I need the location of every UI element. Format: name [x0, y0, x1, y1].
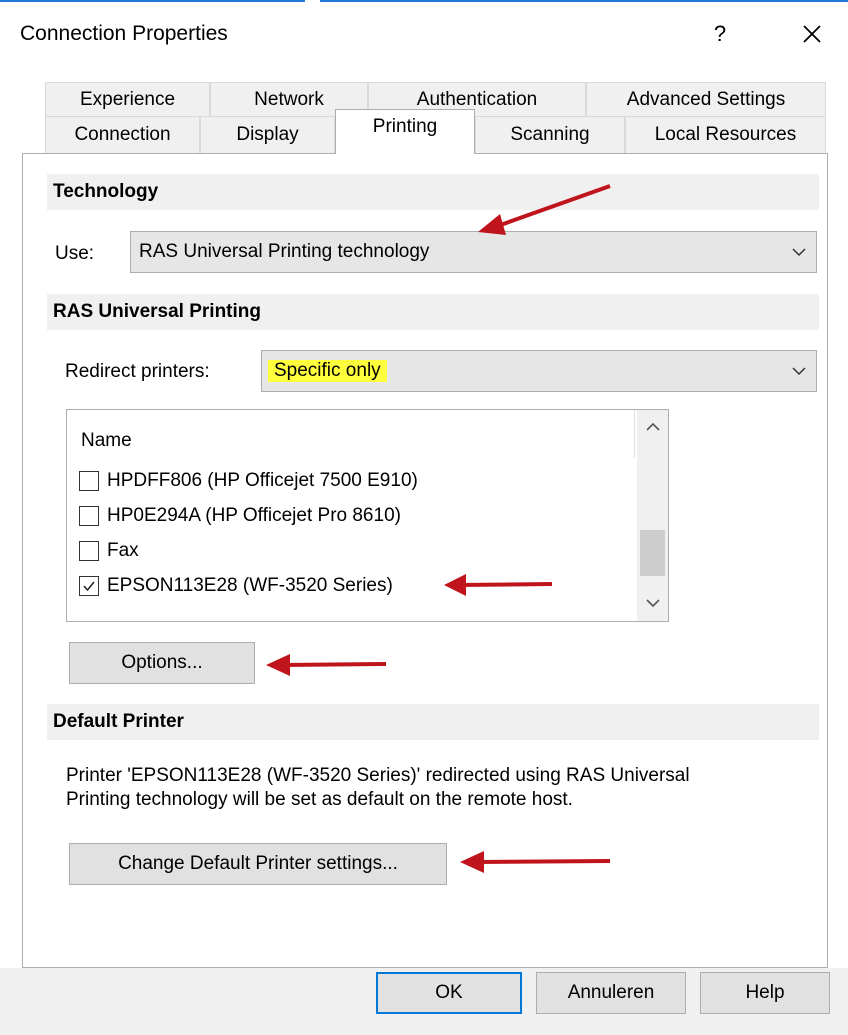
checkmark-icon [83, 581, 95, 592]
printer-row[interactable]: EPSON113E28 (WF-3520 Series) [79, 575, 393, 597]
column-divider [634, 410, 635, 458]
technology-heading: Technology [47, 174, 819, 210]
chevron-down-icon [792, 367, 806, 376]
printer-checkbox[interactable] [79, 506, 99, 526]
tab-advanced-settings[interactable]: Advanced Settings [586, 82, 826, 116]
redirect-printers-select[interactable]: Specific only [261, 350, 817, 392]
printer-list-scrollbar[interactable] [637, 410, 668, 621]
close-button[interactable] [790, 14, 834, 54]
tab-connection[interactable]: Connection [45, 116, 200, 153]
close-icon [803, 25, 821, 43]
printer-row[interactable]: HPDFF806 (HP Officejet 7500 E910) [79, 470, 418, 492]
scroll-up-icon[interactable] [646, 422, 660, 432]
chevron-down-icon [792, 248, 806, 257]
redirect-printers-value: Specific only [268, 360, 387, 382]
redirect-printers-label: Redirect printers: [65, 361, 210, 382]
printer-checkbox[interactable] [79, 541, 99, 561]
printer-checkbox[interactable] [79, 471, 99, 491]
printer-row[interactable]: Fax [79, 540, 139, 562]
cancel-button[interactable]: Annuleren [536, 972, 686, 1014]
title-accent-line [0, 0, 305, 2]
tab-experience[interactable]: Experience [45, 82, 210, 116]
tab-printing[interactable]: Printing [335, 109, 475, 154]
printer-row[interactable]: HP0E294A (HP Officejet Pro 8610) [79, 505, 401, 527]
annotation-arrow [266, 654, 387, 676]
universal-printing-heading: RAS Universal Printing [47, 294, 819, 330]
annotation-arrow [460, 851, 611, 873]
technology-select-value: RAS Universal Printing technology [139, 241, 430, 262]
tab-local-resources[interactable]: Local Resources [625, 116, 826, 153]
options-button[interactable]: Options... [69, 642, 255, 684]
annotation-arrow [478, 184, 611, 235]
description-line: Printing technology will be set as defau… [66, 789, 573, 810]
help-button[interactable]: ? [700, 14, 740, 54]
printer-name: EPSON113E28 (WF-3520 Series) [107, 575, 393, 596]
printer-list-name-header: Name [81, 430, 132, 451]
scroll-down-icon[interactable] [646, 598, 660, 608]
tab-scanning[interactable]: Scanning [475, 116, 625, 153]
window-title: Connection Properties [20, 22, 228, 45]
title-accent-line [320, 0, 848, 2]
change-default-printer-button[interactable]: Change Default Printer settings... [69, 843, 447, 885]
tab-display[interactable]: Display [200, 116, 335, 153]
default-printer-description: Printer 'EPSON113E28 (WF-3520 Series)' r… [66, 764, 806, 812]
printer-list[interactable]: Name HPDFF806 (HP Officejet 7500 E910) H… [66, 409, 669, 622]
use-label: Use: [55, 243, 95, 264]
annotation-arrow [444, 574, 553, 596]
scrollbar-thumb[interactable] [640, 530, 665, 576]
default-printer-heading: Default Printer [47, 704, 819, 740]
printer-name: HP0E294A (HP Officejet Pro 8610) [107, 505, 401, 526]
dialog-footer: OK Annuleren Help [0, 968, 848, 1035]
printer-checkbox-checked[interactable] [79, 576, 99, 596]
printing-panel: Technology Use: RAS Universal Printing t… [22, 153, 828, 968]
printer-name: HPDFF806 (HP Officejet 7500 E910) [107, 470, 418, 491]
printer-name: Fax [107, 540, 139, 561]
ok-button[interactable]: OK [376, 972, 522, 1014]
help-footer-button[interactable]: Help [700, 972, 830, 1014]
description-line: Printer 'EPSON113E28 (WF-3520 Series)' r… [66, 765, 690, 786]
